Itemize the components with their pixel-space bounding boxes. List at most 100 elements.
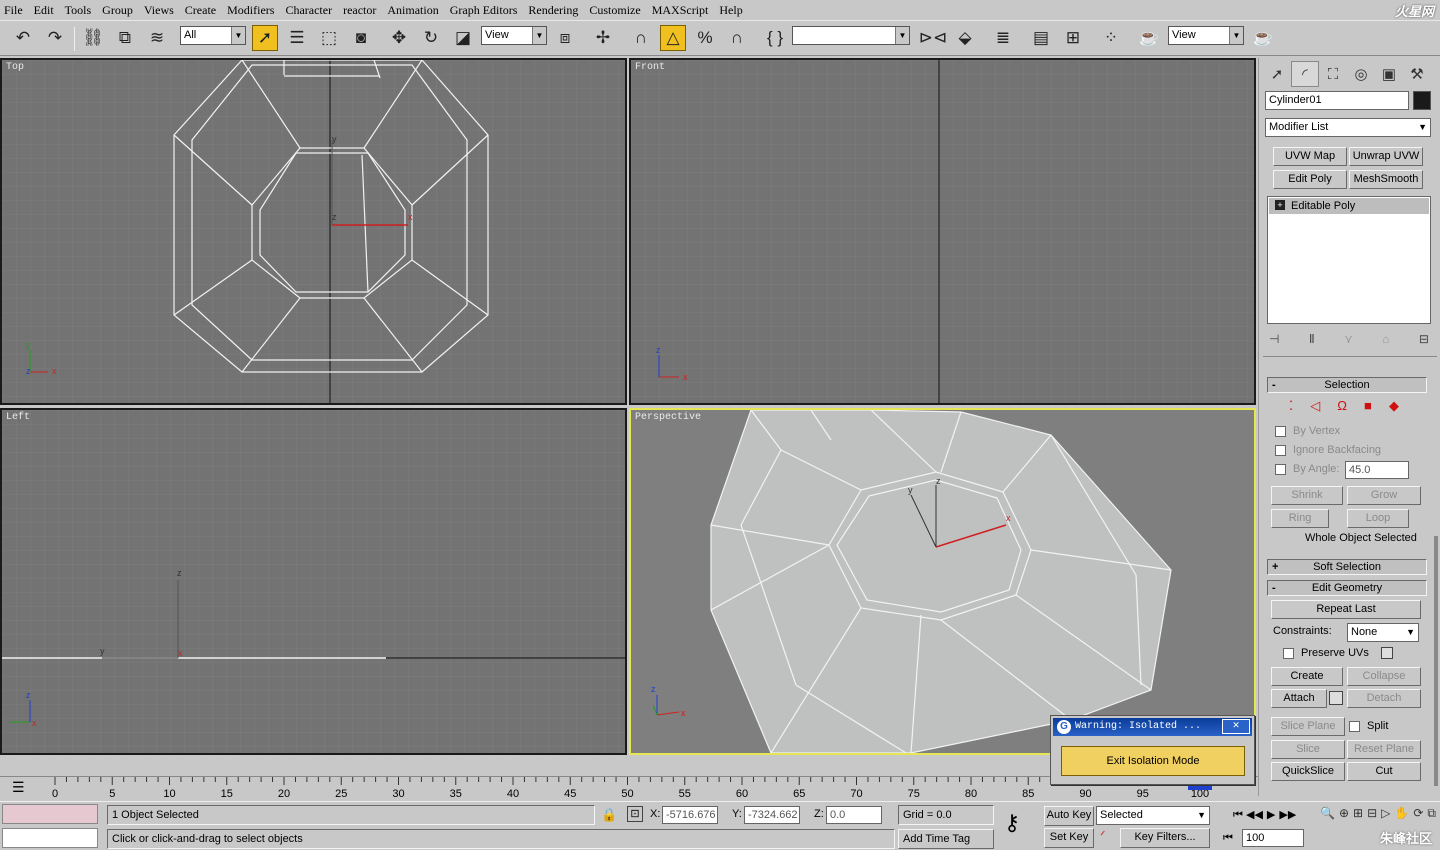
menu-create[interactable]: Create	[185, 3, 216, 18]
menu-views[interactable]: Views	[144, 3, 174, 18]
edit-poly-button[interactable]: Edit Poly	[1273, 170, 1347, 189]
cut-button[interactable]: Cut	[1347, 762, 1421, 781]
named-selection-dropdown[interactable]: ▼	[792, 26, 910, 45]
repeat-last-button[interactable]: Repeat Last	[1271, 600, 1421, 619]
shrink-button[interactable]: Shrink	[1271, 486, 1343, 505]
menu-customize[interactable]: Customize	[589, 3, 640, 18]
zoom-extents-all-icon[interactable]: ⊟	[1367, 806, 1377, 848]
polygon-icon[interactable]: ■	[1364, 398, 1372, 414]
viewport-label-front[interactable]: Front	[635, 62, 665, 73]
object-name-field[interactable]: Cylinder01	[1265, 91, 1409, 110]
unlink-icon[interactable]: ⧉	[112, 25, 138, 51]
pin-stack-icon[interactable]: ⊣	[1269, 332, 1279, 348]
next-frame-icon[interactable]: ▶▶	[1279, 806, 1296, 824]
display-tab-icon[interactable]: ▣	[1375, 61, 1403, 87]
vertex-icon[interactable]: ⁚	[1289, 398, 1293, 414]
ignore-backfacing-checkbox[interactable]	[1275, 445, 1286, 456]
snap-toggle-icon[interactable]: ∩	[628, 25, 654, 51]
edge-icon[interactable]: ◁	[1310, 398, 1320, 414]
loop-button[interactable]: Loop	[1347, 509, 1409, 528]
link-icon[interactable]: ⛓	[80, 25, 106, 51]
by-angle-spinner[interactable]: 45.0	[1345, 461, 1409, 479]
remove-modifier-icon[interactable]: ⌂	[1382, 332, 1389, 348]
uvw-map-button[interactable]: UVW Map	[1273, 147, 1347, 166]
preserve-uvs-settings-icon[interactable]	[1381, 647, 1393, 659]
detach-button[interactable]: Detach	[1347, 689, 1421, 708]
undo-icon[interactable]: ↶	[10, 25, 36, 51]
z-coordinate-field[interactable]: 0.0	[826, 806, 882, 824]
attach-list-icon[interactable]	[1329, 691, 1343, 705]
default-tangent-icon[interactable]: ᐟ	[1100, 828, 1106, 844]
menu-group[interactable]: Group	[102, 3, 133, 18]
meshsmooth-button[interactable]: MeshSmooth	[1349, 170, 1423, 189]
add-time-tag-button[interactable]: Add Time Tag	[898, 829, 994, 849]
constraints-dropdown[interactable]: None ▼	[1347, 623, 1419, 642]
quick-render-icon[interactable]: ☕	[1250, 25, 1276, 51]
viewport-label-perspective[interactable]: Perspective	[635, 412, 701, 423]
preserve-uvs-checkbox[interactable]	[1283, 648, 1294, 659]
key-mode-dropdown[interactable]: Selected ▼	[1096, 806, 1210, 825]
layer-manager-icon[interactable]: ≣	[990, 25, 1016, 51]
absolute-mode-icon[interactable]: ⊡	[627, 806, 643, 822]
stack-item-editable-poly[interactable]: Editable Poly	[1269, 198, 1429, 214]
slice-button[interactable]: Slice	[1271, 740, 1345, 759]
reference-coordinate-dropdown[interactable]: View ▼	[481, 26, 547, 45]
create-tab-icon[interactable]: ➚	[1263, 61, 1291, 87]
zoom-all-icon[interactable]: ⊕	[1339, 806, 1349, 848]
percent-snap-icon[interactable]: %	[692, 25, 718, 51]
menu-tools[interactable]: Tools	[65, 3, 92, 18]
window-crossing-icon[interactable]: ◙	[348, 25, 374, 51]
menu-rendering[interactable]: Rendering	[528, 3, 578, 18]
lock-icon[interactable]: 🔒	[601, 807, 617, 823]
split-checkbox[interactable]	[1349, 721, 1360, 732]
mirror-icon[interactable]: ⊳⊲	[919, 25, 948, 51]
x-coordinate-field[interactable]: -5716.676	[662, 806, 718, 824]
key-mode-toggle-icon[interactable]: ⏮	[1218, 829, 1238, 847]
menu-maxscript[interactable]: MAXScript	[652, 3, 709, 18]
reset-plane-button[interactable]: Reset Plane	[1347, 740, 1421, 759]
select-rotate-icon[interactable]: ↻	[418, 25, 444, 51]
exit-isolation-mode-button[interactable]: Exit Isolation Mode	[1061, 746, 1245, 776]
schematic-view-icon[interactable]: ⊞	[1060, 25, 1086, 51]
menu-help[interactable]: Help	[719, 3, 742, 18]
angle-snap-icon[interactable]: △	[660, 25, 686, 51]
zoom-extents-icon[interactable]: ⊞	[1353, 806, 1363, 848]
zoom-icon[interactable]: 🔍	[1320, 806, 1335, 848]
align-icon[interactable]: ⬙	[952, 25, 978, 51]
ring-button[interactable]: Ring	[1271, 509, 1329, 528]
element-icon[interactable]: ◆	[1389, 398, 1399, 414]
border-icon[interactable]: Ω	[1337, 398, 1347, 414]
bind-spacewarp-icon[interactable]: ≋	[144, 25, 170, 51]
time-slider[interactable]	[1188, 786, 1212, 790]
by-vertex-checkbox[interactable]	[1275, 426, 1286, 437]
make-unique-icon[interactable]: ⋎	[1344, 332, 1353, 348]
viewport-front[interactable]: x z Front	[629, 58, 1256, 405]
show-end-result-icon[interactable]: Ⅱ	[1309, 332, 1315, 348]
utilities-tab-icon[interactable]: ⚒	[1403, 61, 1431, 87]
viewport-label-left[interactable]: Left	[6, 412, 30, 423]
key-filters-button[interactable]: Key Filters...	[1120, 828, 1210, 848]
select-object-icon[interactable]: ➚	[252, 25, 278, 51]
viewport-left[interactable]: z y x z x Left	[0, 408, 627, 755]
grow-button[interactable]: Grow	[1347, 486, 1421, 505]
menu-animation[interactable]: Animation	[387, 3, 438, 18]
curve-editor-icon[interactable]: ▤	[1028, 25, 1054, 51]
key-mode-icon[interactable]: ⚷	[1004, 810, 1020, 836]
render-type-dropdown[interactable]: View ▼	[1168, 26, 1244, 45]
command-panel-scrollbar[interactable]	[1434, 536, 1438, 786]
menu-character[interactable]: Character	[285, 3, 332, 18]
hierarchy-tab-icon[interactable]: ⛶	[1319, 61, 1347, 87]
viewport-perspective[interactable]: x z y x z Perspective	[629, 408, 1256, 755]
viewport-top[interactable]: x z y x y z Top	[0, 58, 627, 405]
render-scene-icon[interactable]: ☕	[1136, 25, 1162, 51]
menu-edit[interactable]: Edit	[34, 3, 54, 18]
motion-tab-icon[interactable]: ◎	[1347, 61, 1375, 87]
close-icon[interactable]: ✕	[1222, 719, 1250, 734]
slice-plane-button[interactable]: Slice Plane	[1271, 717, 1345, 736]
attach-button[interactable]: Attach	[1271, 689, 1327, 708]
collapse-button[interactable]: Collapse	[1347, 667, 1421, 686]
select-scale-icon[interactable]: ◪	[450, 25, 476, 51]
auto-key-button[interactable]: Auto Key	[1044, 806, 1094, 826]
by-angle-checkbox[interactable]	[1275, 464, 1286, 475]
menu-modifiers[interactable]: Modifiers	[227, 3, 274, 18]
